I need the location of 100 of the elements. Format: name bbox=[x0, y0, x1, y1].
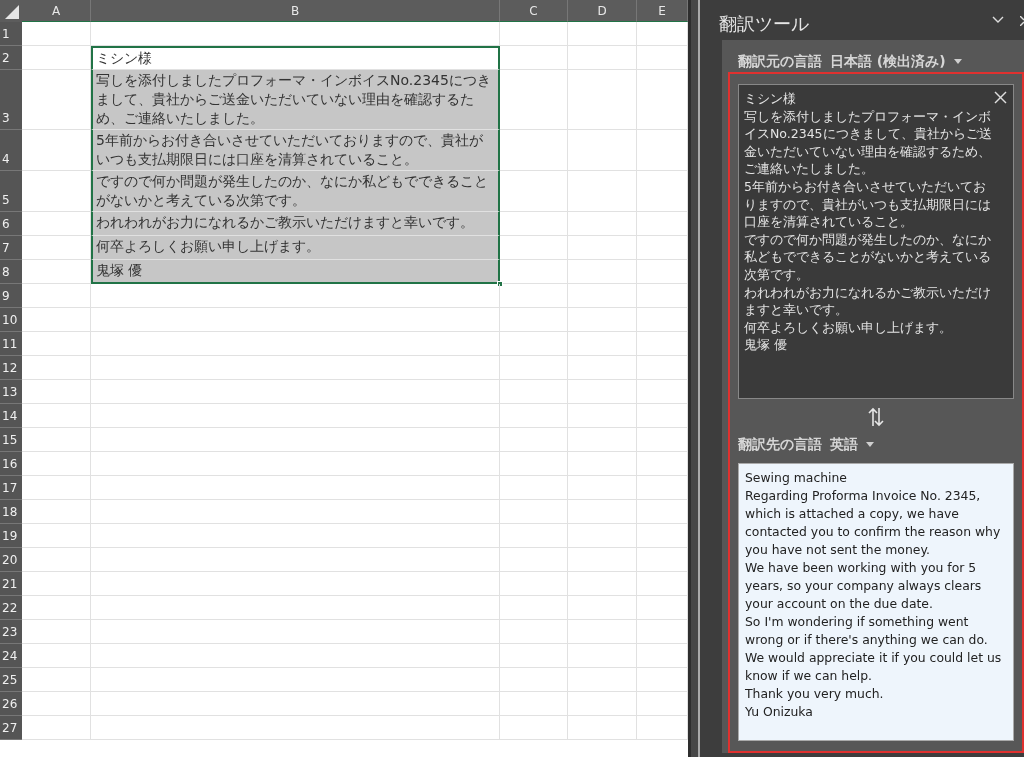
row-number[interactable]: 13 bbox=[0, 380, 22, 404]
table-cell[interactable] bbox=[500, 46, 568, 70]
row-number[interactable]: 9 bbox=[0, 284, 22, 308]
table-cell[interactable] bbox=[568, 356, 637, 380]
table-cell[interactable] bbox=[568, 692, 637, 716]
table-cell[interactable] bbox=[568, 572, 637, 596]
table-cell[interactable] bbox=[568, 46, 637, 70]
row-number[interactable]: 17 bbox=[0, 476, 22, 500]
language-dropdown[interactable]: 日本語 (検出済み) bbox=[830, 50, 962, 72]
table-cell[interactable] bbox=[500, 596, 568, 620]
table-cell[interactable] bbox=[91, 620, 500, 644]
table-cell[interactable] bbox=[91, 284, 500, 308]
table-cell[interactable] bbox=[568, 620, 637, 644]
table-cell[interactable] bbox=[568, 524, 637, 548]
table-cell[interactable] bbox=[500, 476, 568, 500]
table-cell[interactable] bbox=[568, 236, 637, 260]
table-cell[interactable] bbox=[91, 332, 500, 356]
table-cell[interactable] bbox=[22, 356, 91, 380]
table-cell[interactable] bbox=[568, 548, 637, 572]
table-cell[interactable] bbox=[500, 70, 568, 130]
table-cell[interactable] bbox=[500, 130, 568, 171]
row-number[interactable]: 23 bbox=[0, 620, 22, 644]
table-cell[interactable] bbox=[500, 171, 568, 212]
table-cell[interactable] bbox=[500, 524, 568, 548]
table-cell[interactable] bbox=[500, 452, 568, 476]
table-cell[interactable] bbox=[500, 620, 568, 644]
row-number[interactable]: 26 bbox=[0, 692, 22, 716]
row-number[interactable]: 14 bbox=[0, 404, 22, 428]
table-cell[interactable] bbox=[568, 644, 637, 668]
table-cell[interactable] bbox=[500, 428, 568, 452]
table-cell[interactable] bbox=[22, 620, 91, 644]
table-cell[interactable] bbox=[500, 572, 568, 596]
table-cell[interactable] bbox=[568, 404, 637, 428]
row-number[interactable]: 10 bbox=[0, 308, 22, 332]
table-cell[interactable] bbox=[22, 284, 91, 308]
table-cell[interactable] bbox=[22, 452, 91, 476]
row-number[interactable]: 2 bbox=[0, 46, 22, 70]
table-cell[interactable] bbox=[500, 548, 568, 572]
table-cell[interactable] bbox=[91, 404, 500, 428]
table-cell[interactable] bbox=[500, 284, 568, 308]
close-icon[interactable] bbox=[1020, 16, 1024, 26]
table-cell[interactable]: 何卒よろしくお願い申し上げます。 bbox=[91, 236, 500, 260]
table-cell[interactable] bbox=[568, 284, 637, 308]
source-text-area[interactable] bbox=[738, 84, 1014, 399]
table-cell[interactable] bbox=[91, 692, 500, 716]
table-cell[interactable] bbox=[91, 380, 500, 404]
table-cell[interactable] bbox=[568, 308, 637, 332]
table-cell[interactable] bbox=[22, 500, 91, 524]
table-cell[interactable] bbox=[91, 476, 500, 500]
table-cell[interactable] bbox=[500, 236, 568, 260]
row-number[interactable]: 4 bbox=[0, 130, 22, 171]
table-cell[interactable] bbox=[500, 404, 568, 428]
table-cell[interactable] bbox=[568, 130, 637, 171]
row-number[interactable]: 22 bbox=[0, 596, 22, 620]
row-number[interactable]: 3 bbox=[0, 70, 22, 130]
table-cell[interactable] bbox=[568, 500, 637, 524]
table-cell[interactable] bbox=[568, 380, 637, 404]
scrollbar[interactable] bbox=[688, 0, 700, 757]
row-number[interactable]: 20 bbox=[0, 548, 22, 572]
table-cell[interactable]: われわれがお力になれるかご教示いただけますと幸いです。 bbox=[91, 212, 500, 236]
row-number[interactable]: 21 bbox=[0, 572, 22, 596]
table-cell[interactable] bbox=[22, 644, 91, 668]
table-cell[interactable] bbox=[500, 212, 568, 236]
chevron-down-icon[interactable] bbox=[992, 16, 1004, 23]
table-cell[interactable]: 5年前からお付き合いさせていただいておりますので、貴社がいつも支払期限日には口座を清算されていること。 bbox=[91, 130, 500, 171]
row-number[interactable]: 7 bbox=[0, 236, 22, 260]
table-cell[interactable] bbox=[500, 356, 568, 380]
table-cell[interactable] bbox=[22, 404, 91, 428]
table-cell[interactable] bbox=[91, 356, 500, 380]
row-number[interactable]: 6 bbox=[0, 212, 22, 236]
table-cell[interactable] bbox=[22, 476, 91, 500]
table-cell[interactable] bbox=[500, 500, 568, 524]
row-number[interactable]: 15 bbox=[0, 428, 22, 452]
table-cell[interactable] bbox=[568, 332, 637, 356]
column-header[interactable]: E bbox=[637, 0, 688, 22]
table-cell[interactable] bbox=[500, 332, 568, 356]
row-number[interactable]: 24 bbox=[0, 644, 22, 668]
table-cell[interactable] bbox=[22, 716, 91, 740]
row-number[interactable]: 19 bbox=[0, 524, 22, 548]
row-number[interactable]: 16 bbox=[0, 452, 22, 476]
column-header[interactable]: D bbox=[568, 0, 637, 22]
table-cell[interactable]: 写しを添付しましたプロフォーマ・インボイスNo.2345につきまして、貴社からご送金いただいていない理由を確認するため、ご連絡いたしました。 bbox=[91, 70, 500, 130]
table-cell[interactable] bbox=[500, 308, 568, 332]
table-cell[interactable] bbox=[22, 548, 91, 572]
table-cell[interactable] bbox=[22, 596, 91, 620]
table-cell[interactable] bbox=[22, 572, 91, 596]
row-number[interactable]: 5 bbox=[0, 171, 22, 212]
select-all-icon[interactable] bbox=[5, 5, 19, 19]
table-cell[interactable] bbox=[22, 380, 91, 404]
table-cell[interactable] bbox=[91, 596, 500, 620]
table-cell[interactable] bbox=[91, 500, 500, 524]
table-cell[interactable] bbox=[500, 692, 568, 716]
column-header[interactable]: C bbox=[500, 0, 568, 22]
row-number[interactable]: 12 bbox=[0, 356, 22, 380]
row-number[interactable]: 18 bbox=[0, 500, 22, 524]
table-cell[interactable] bbox=[91, 452, 500, 476]
table-cell[interactable]: ミシン様 bbox=[91, 46, 500, 70]
table-cell[interactable] bbox=[500, 22, 568, 46]
row-number[interactable]: 25 bbox=[0, 668, 22, 692]
row-number[interactable]: 11 bbox=[0, 332, 22, 356]
